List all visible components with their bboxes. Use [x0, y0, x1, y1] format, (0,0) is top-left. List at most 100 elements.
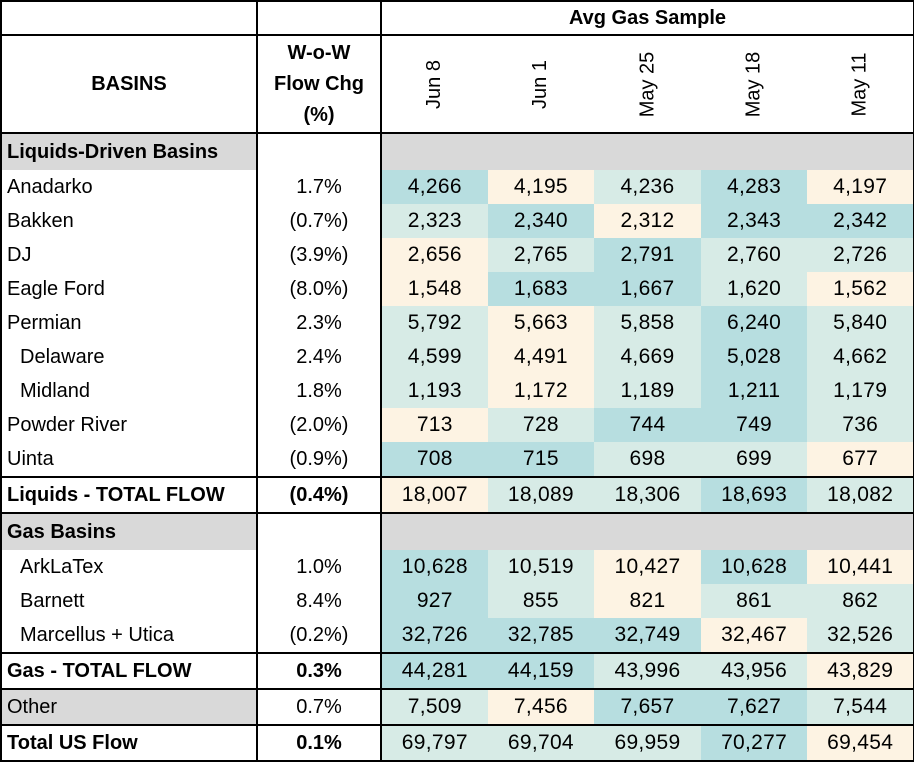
- week-header: Jun 8: [381, 35, 488, 134]
- flow-value: 6,240: [700, 306, 808, 340]
- flow-value: 10,441: [807, 550, 914, 584]
- total-row: Gas - TOTAL FLOW 0.3% 44,281 44,159 43,996 43…: [0, 652, 914, 690]
- flow-value: 5,792: [381, 306, 488, 340]
- group-header-label: Avg Gas Sample: [381, 0, 914, 36]
- flow-value: 43,829: [807, 652, 914, 690]
- flow-value: 7,657: [594, 688, 701, 726]
- flow-value: 728: [487, 408, 595, 442]
- table-row: Bakken (0.7%) 2,323 2,340 2,312 2,343 2,342: [0, 204, 914, 238]
- flow-value: 2,340: [487, 204, 595, 238]
- column-header-chg: W-o-W Flow Chg (%): [257, 35, 382, 134]
- flow-value: 2,760: [700, 238, 808, 272]
- header-row-group: Avg Gas Sample: [0, 0, 914, 36]
- flow-change: (0.9%): [257, 442, 382, 478]
- flow-value: 4,236: [594, 170, 701, 204]
- flow-change: 2.3%: [257, 306, 382, 340]
- section-title: Gas Basins: [0, 512, 258, 550]
- flow-value: 5,840: [807, 306, 914, 340]
- flow-value: 32,785: [487, 618, 595, 654]
- basin-name: Barnett: [0, 584, 258, 618]
- basin-name: Marcellus + Utica: [0, 618, 258, 654]
- flow-value: 4,662: [807, 340, 914, 374]
- flow-value: 713: [381, 408, 488, 442]
- flow-value: 927: [381, 584, 488, 618]
- table-row: Midland 1.8% 1,193 1,172 1,189 1,211 1,179: [0, 374, 914, 408]
- basin-name: Delaware: [0, 340, 258, 374]
- flow-change: (2.0%): [257, 408, 382, 442]
- week-header-label: May 11: [848, 51, 871, 117]
- total-row: Total US Flow 0.1% 69,797 69,704 69,959 70,27…: [0, 724, 914, 762]
- flow-value: 677: [807, 442, 914, 478]
- basin-name: Permian: [0, 306, 258, 340]
- flow-value: 44,281: [381, 652, 488, 690]
- flow-value: 1,620: [700, 272, 808, 306]
- flow-value: 18,082: [807, 476, 914, 514]
- flow-value: 2,726: [807, 238, 914, 272]
- flow-value: 1,548: [381, 272, 488, 306]
- flow-value: 32,467: [700, 618, 808, 654]
- flow-change: 0.1%: [257, 724, 382, 762]
- flow-value: 4,599: [381, 340, 488, 374]
- header-row-columns: BASINS W-o-W Flow Chg (%) Jun 8 Jun 1 Ma…: [0, 35, 914, 134]
- week-header: May 11: [807, 35, 914, 134]
- flow-value: 43,956: [700, 652, 808, 690]
- section-blank: [257, 133, 382, 170]
- flow-value: 861: [700, 584, 808, 618]
- flow-value: 10,628: [700, 550, 808, 584]
- flow-value: 1,193: [381, 374, 488, 408]
- flow-change: (0.7%): [257, 204, 382, 238]
- flow-value: 4,283: [700, 170, 808, 204]
- basin-name: Bakken: [0, 204, 258, 238]
- basin-name: Uinta: [0, 442, 258, 478]
- table-row: DJ (3.9%) 2,656 2,765 2,791 2,760 2,726: [0, 238, 914, 272]
- flow-value: 2,343: [700, 204, 808, 238]
- flow-value: 4,669: [594, 340, 701, 374]
- flow-change: (0.2%): [257, 618, 382, 654]
- basin-name: Midland: [0, 374, 258, 408]
- flow-value: 708: [381, 442, 488, 478]
- basin-name: Total US Flow: [0, 724, 258, 762]
- flow-value: 1,172: [487, 374, 595, 408]
- header-blank-basin: [0, 0, 258, 36]
- basin-name: Anadarko: [0, 170, 258, 204]
- total-row: Liquids - TOTAL FLOW (0.4%) 18,007 18,089 18…: [0, 476, 914, 514]
- flow-value: 2,342: [807, 204, 914, 238]
- flow-value: 736: [807, 408, 914, 442]
- flow-value: 2,312: [594, 204, 701, 238]
- flow-change: (0.4%): [257, 476, 382, 514]
- flow-value: 5,858: [594, 306, 701, 340]
- section-fill: [381, 512, 914, 550]
- flow-value: 32,749: [594, 618, 701, 654]
- flow-value: 18,089: [487, 476, 595, 514]
- flow-value: 1,683: [487, 272, 595, 306]
- flow-value: 862: [807, 584, 914, 618]
- flow-change: 8.4%: [257, 584, 382, 618]
- flow-change: 1.0%: [257, 550, 382, 584]
- flow-change: 2.4%: [257, 340, 382, 374]
- table-row: ArkLaTex 1.0% 10,628 10,519 10,427 10,628 10,4…: [0, 550, 914, 584]
- flow-value: 855: [487, 584, 595, 618]
- basin-name: Liquids - TOTAL FLOW: [0, 476, 258, 514]
- flow-value: 2,656: [381, 238, 488, 272]
- week-header-label: May 25: [635, 51, 658, 117]
- flow-value: 7,509: [381, 688, 488, 726]
- flow-value: 744: [594, 408, 701, 442]
- table-row: Barnett 8.4% 927 855 821 861 862: [0, 584, 914, 618]
- flow-change: 0.7%: [257, 688, 382, 726]
- flow-value: 69,704: [487, 724, 595, 762]
- flow-value: 821: [594, 584, 701, 618]
- week-header-label: Jun 1: [529, 59, 552, 109]
- flow-value: 2,791: [594, 238, 701, 272]
- flow-value: 1,562: [807, 272, 914, 306]
- week-header: Jun 1: [487, 35, 595, 134]
- flow-value: 4,266: [381, 170, 488, 204]
- flow-value: 70,277: [700, 724, 808, 762]
- flow-value: 7,456: [487, 688, 595, 726]
- section-title: Liquids-Driven Basins: [0, 133, 258, 170]
- flow-value: 5,663: [487, 306, 595, 340]
- flow-value: 43,996: [594, 652, 701, 690]
- section-header-row: Liquids-Driven Basins: [0, 133, 914, 170]
- week-header-label: Jun 8: [423, 59, 446, 109]
- week-header: May 25: [594, 35, 701, 134]
- basin-name: Powder River: [0, 408, 258, 442]
